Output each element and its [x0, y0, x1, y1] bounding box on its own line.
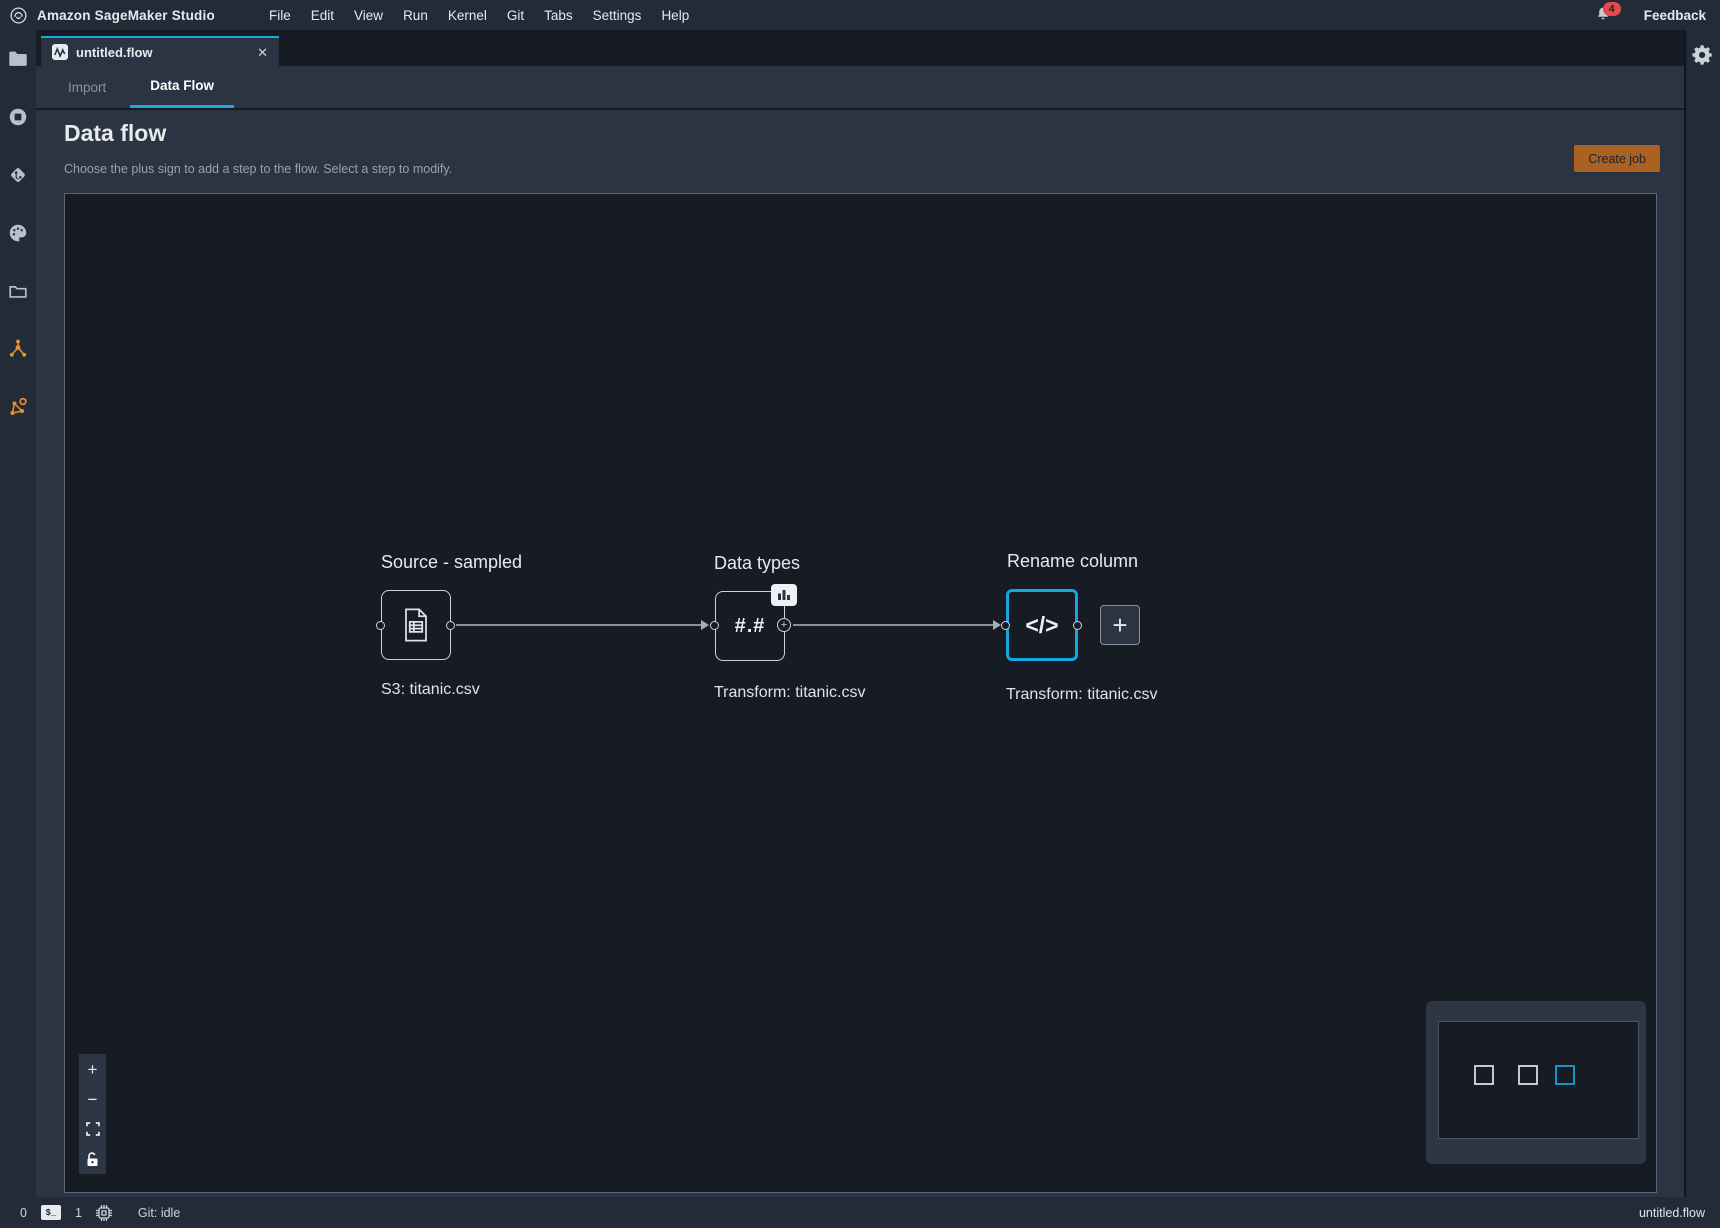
flow-minimap[interactable]	[1426, 1001, 1646, 1164]
port-rename-in[interactable]	[1001, 621, 1010, 630]
running-instances-icon[interactable]	[0, 88, 36, 146]
minimap-node	[1474, 1065, 1494, 1085]
active-file-label: untitled.flow	[1639, 1206, 1705, 1220]
fit-view-icon	[86, 1122, 100, 1136]
port-datatypes-out-collapse[interactable]: +	[777, 618, 791, 632]
menu-settings[interactable]: Settings	[593, 8, 642, 23]
port-source-out[interactable]	[446, 621, 455, 630]
flow-node-source[interactable]	[381, 590, 451, 660]
node-title-source: Source - sampled	[381, 552, 522, 573]
feedback-link[interactable]: Feedback	[1644, 8, 1706, 23]
terminal-icon[interactable]: $_	[41, 1205, 61, 1220]
canvas-zoom-controls: + −	[79, 1054, 106, 1174]
open-tabs-icon[interactable]	[0, 262, 36, 320]
data-wrangler-icon[interactable]	[0, 378, 36, 436]
commands-palette-icon[interactable]	[0, 204, 36, 262]
fit-view-button[interactable]	[79, 1114, 106, 1144]
node-title-data-types: Data types	[714, 553, 800, 574]
terminal-count[interactable]: 1	[75, 1206, 82, 1220]
git-status: Git: idle	[138, 1206, 180, 1220]
flow-node-rename-column[interactable]: </>	[1006, 589, 1078, 661]
minimap-viewport	[1438, 1021, 1639, 1139]
menu-help[interactable]: Help	[661, 8, 689, 23]
lock-icon	[86, 1152, 99, 1167]
add-step-button[interactable]: +	[1100, 605, 1140, 645]
number-glyph: #.#	[735, 615, 766, 638]
lock-view-button[interactable]	[79, 1144, 106, 1174]
page-subtitle: Choose the plus sign to add a step to th…	[64, 162, 452, 176]
app-title: Amazon SageMaker Studio	[37, 8, 215, 23]
bar-chart-badge[interactable]	[771, 584, 797, 606]
page-title: Data flow	[64, 120, 166, 147]
bar-chart-icon	[777, 589, 791, 601]
node-title-rename-column: Rename column	[1007, 551, 1138, 572]
notification-count-badge: 4	[1603, 2, 1621, 16]
node-sublabel-rename-column: Transform: titanic.csv	[1006, 686, 1157, 704]
arrowhead-icon	[701, 620, 709, 630]
menu-tabs[interactable]: Tabs	[544, 8, 573, 23]
menu-edit[interactable]: Edit	[311, 8, 334, 23]
gear-icon[interactable]	[1692, 44, 1714, 66]
document-icon	[401, 607, 431, 643]
code-glyph: </>	[1025, 612, 1058, 639]
tab-label: untitled.flow	[76, 45, 153, 60]
menu-run[interactable]: Run	[403, 8, 428, 23]
tab-data-flow[interactable]: Data Flow	[130, 66, 234, 108]
status-bar: 0 $_ 1 Git: idle untitled.flow	[0, 1197, 1720, 1228]
tab-strip: untitled.flow ✕	[36, 30, 1684, 66]
tab-close-icon[interactable]: ✕	[257, 46, 268, 59]
experiments-icon[interactable]	[0, 320, 36, 378]
zoom-in-button[interactable]: +	[79, 1054, 106, 1084]
flow-subtabs: Import Data Flow	[36, 66, 1684, 110]
tab-import[interactable]: Import	[66, 66, 108, 108]
top-menu-bar: Amazon SageMaker Studio File Edit View R…	[0, 0, 1720, 30]
node-sublabel-source: S3: titanic.csv	[381, 681, 480, 699]
file-browser-icon[interactable]	[0, 30, 36, 88]
cpu-icon[interactable]	[96, 1205, 112, 1221]
port-datatypes-in[interactable]	[710, 621, 719, 630]
arrowhead-icon	[993, 620, 1001, 630]
page-header: Data flow Choose the plus sign to add a …	[36, 110, 1684, 193]
menu-items: File Edit View Run Kernel Git Tabs Setti…	[269, 0, 689, 30]
git-panel-icon[interactable]	[0, 146, 36, 204]
menu-kernel[interactable]: Kernel	[448, 8, 487, 23]
minimap-node-selected	[1555, 1065, 1575, 1085]
flow-canvas[interactable]: Source - sampled S3: titanic.csv Data ty…	[64, 193, 1657, 1193]
node-sublabel-data-types: Transform: titanic.csv	[714, 684, 865, 702]
sagemaker-logo-icon	[9, 6, 28, 25]
create-job-button[interactable]: Create job	[1574, 145, 1660, 172]
sagemaker-studio-app: { "colors": { "accent_cyan": "#1aa8dc", …	[0, 0, 1720, 1228]
menu-git[interactable]: Git	[507, 8, 524, 23]
minimap-node	[1518, 1065, 1538, 1085]
edge-source-to-datatypes	[456, 624, 701, 626]
left-activity-sidebar	[0, 30, 36, 1197]
main-area: untitled.flow ✕ Import Data Flow Data fl…	[36, 30, 1684, 1197]
menubar-right: 4 Feedback	[1594, 0, 1706, 30]
menu-file[interactable]: File	[269, 8, 291, 23]
menu-view[interactable]: View	[354, 8, 383, 23]
port-source-in[interactable]	[376, 621, 385, 630]
notifications-button[interactable]: 4	[1594, 5, 1614, 25]
zoom-out-button[interactable]: −	[79, 1084, 106, 1114]
right-settings-sidebar	[1684, 30, 1720, 1197]
kernel-count[interactable]: 0	[20, 1206, 27, 1220]
edge-datatypes-to-rename	[793, 624, 993, 626]
port-rename-out[interactable]	[1073, 621, 1082, 630]
tab-untitled-flow[interactable]: untitled.flow ✕	[41, 36, 279, 66]
flow-file-icon	[52, 44, 68, 60]
